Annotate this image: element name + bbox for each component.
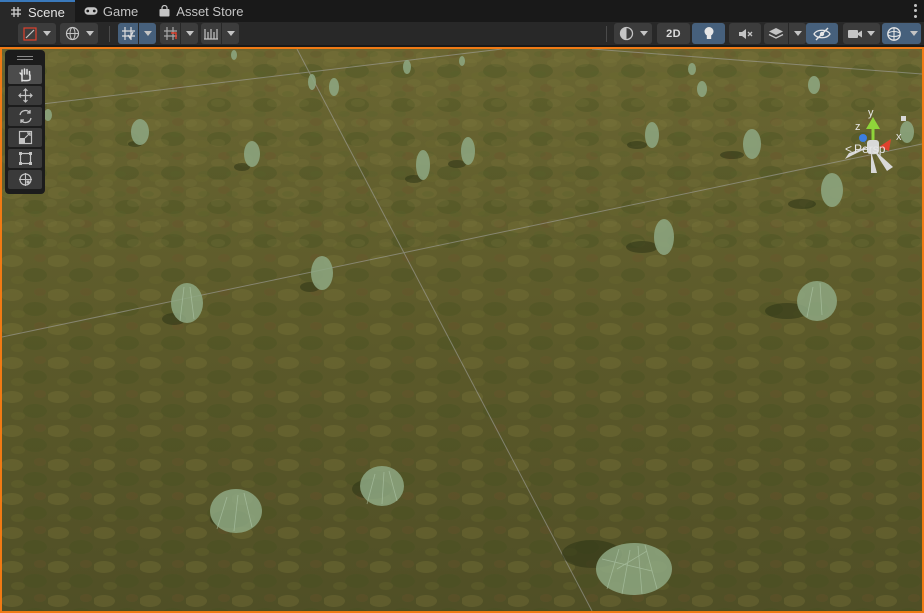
scene-visibility-toggle[interactable] — [806, 23, 838, 44]
ruler-icon — [204, 28, 218, 40]
rotate-tool-button[interactable] — [8, 107, 42, 126]
scale-icon — [18, 130, 32, 145]
ruler-toggle[interactable] — [201, 23, 221, 44]
tab-asset-store[interactable]: Asset Store — [148, 0, 253, 22]
2d-mode-label: 2D — [666, 27, 681, 40]
overlay-drag-handle[interactable] — [8, 53, 42, 63]
more-options-icon[interactable] — [912, 3, 918, 19]
light-bulb-icon — [704, 27, 713, 39]
grid-snapping-dropdown[interactable] — [139, 23, 156, 44]
gizmos-sphere-icon — [887, 26, 901, 41]
rect-transform-icon — [18, 152, 32, 165]
effects-layers-icon — [768, 27, 784, 39]
transform-tool-button[interactable] — [8, 170, 42, 189]
audio-toggle[interactable] — [729, 23, 761, 44]
scene-viewport[interactable]: y x z — [0, 47, 924, 613]
hand-tool-button[interactable] — [8, 65, 42, 84]
projection-toggle[interactable]: < Persp — [845, 142, 885, 156]
tab-game-label: Game — [102, 3, 139, 19]
increment-snap-icon — [163, 27, 177, 40]
hash-grid-icon — [9, 5, 23, 19]
tab-scene[interactable]: Scene — [0, 0, 75, 22]
increment-snapping-toggle[interactable] — [160, 23, 180, 44]
draw-mode-icon — [23, 26, 37, 41]
global-local-dropdown[interactable] — [60, 23, 98, 44]
move-arrows-icon — [17, 88, 33, 103]
globe-icon — [65, 26, 79, 41]
effects-toggle[interactable] — [764, 23, 788, 44]
gizmos-dropdown[interactable] — [906, 23, 921, 44]
scene-tools-overlay — [5, 50, 45, 194]
scale-tool-button[interactable] — [8, 128, 42, 147]
projection-label: Persp — [854, 142, 886, 156]
shopping-bag-icon — [157, 4, 171, 18]
shaded-sphere-icon — [619, 26, 633, 41]
gizmo-z-label: z — [855, 121, 861, 133]
draw-mode-dropdown[interactable] — [18, 23, 56, 44]
gamepad-icon — [84, 4, 98, 18]
effects-dropdown[interactable] — [789, 23, 806, 44]
grid-snapping-toggle[interactable] — [118, 23, 138, 44]
rotate-icon — [18, 109, 32, 124]
gizmo-x-label: x — [896, 131, 902, 143]
scene-toolbar: 2D — [0, 22, 924, 46]
move-tool-button[interactable] — [8, 86, 42, 105]
grid-snap-icon — [121, 27, 135, 40]
tab-bar: Scene Game Asset Store — [0, 0, 924, 22]
transform-icon — [18, 173, 32, 186]
gizmo-y-label: y — [868, 107, 874, 119]
ruler-dropdown[interactable] — [222, 23, 239, 44]
rect-tool-button[interactable] — [8, 149, 42, 168]
tab-scene-label: Scene — [28, 4, 65, 20]
scene-camera-dropdown[interactable] — [862, 23, 880, 44]
hidden-eye-icon — [813, 27, 831, 40]
increment-snapping-dropdown[interactable] — [181, 23, 198, 44]
tab-asset-store-label: Asset Store — [176, 3, 244, 19]
mute-speaker-icon — [739, 28, 753, 39]
gizmos-toggle[interactable] — [882, 23, 906, 44]
lighting-toggle[interactable] — [692, 23, 725, 44]
2d-mode-toggle[interactable]: 2D — [657, 23, 690, 44]
tab-game[interactable]: Game — [75, 0, 148, 22]
video-camera-icon — [848, 29, 862, 38]
hand-icon — [18, 68, 31, 82]
terrain-render — [2, 49, 922, 611]
projection-arrow-icon: < — [845, 142, 853, 156]
shading-mode-dropdown[interactable] — [614, 23, 652, 44]
